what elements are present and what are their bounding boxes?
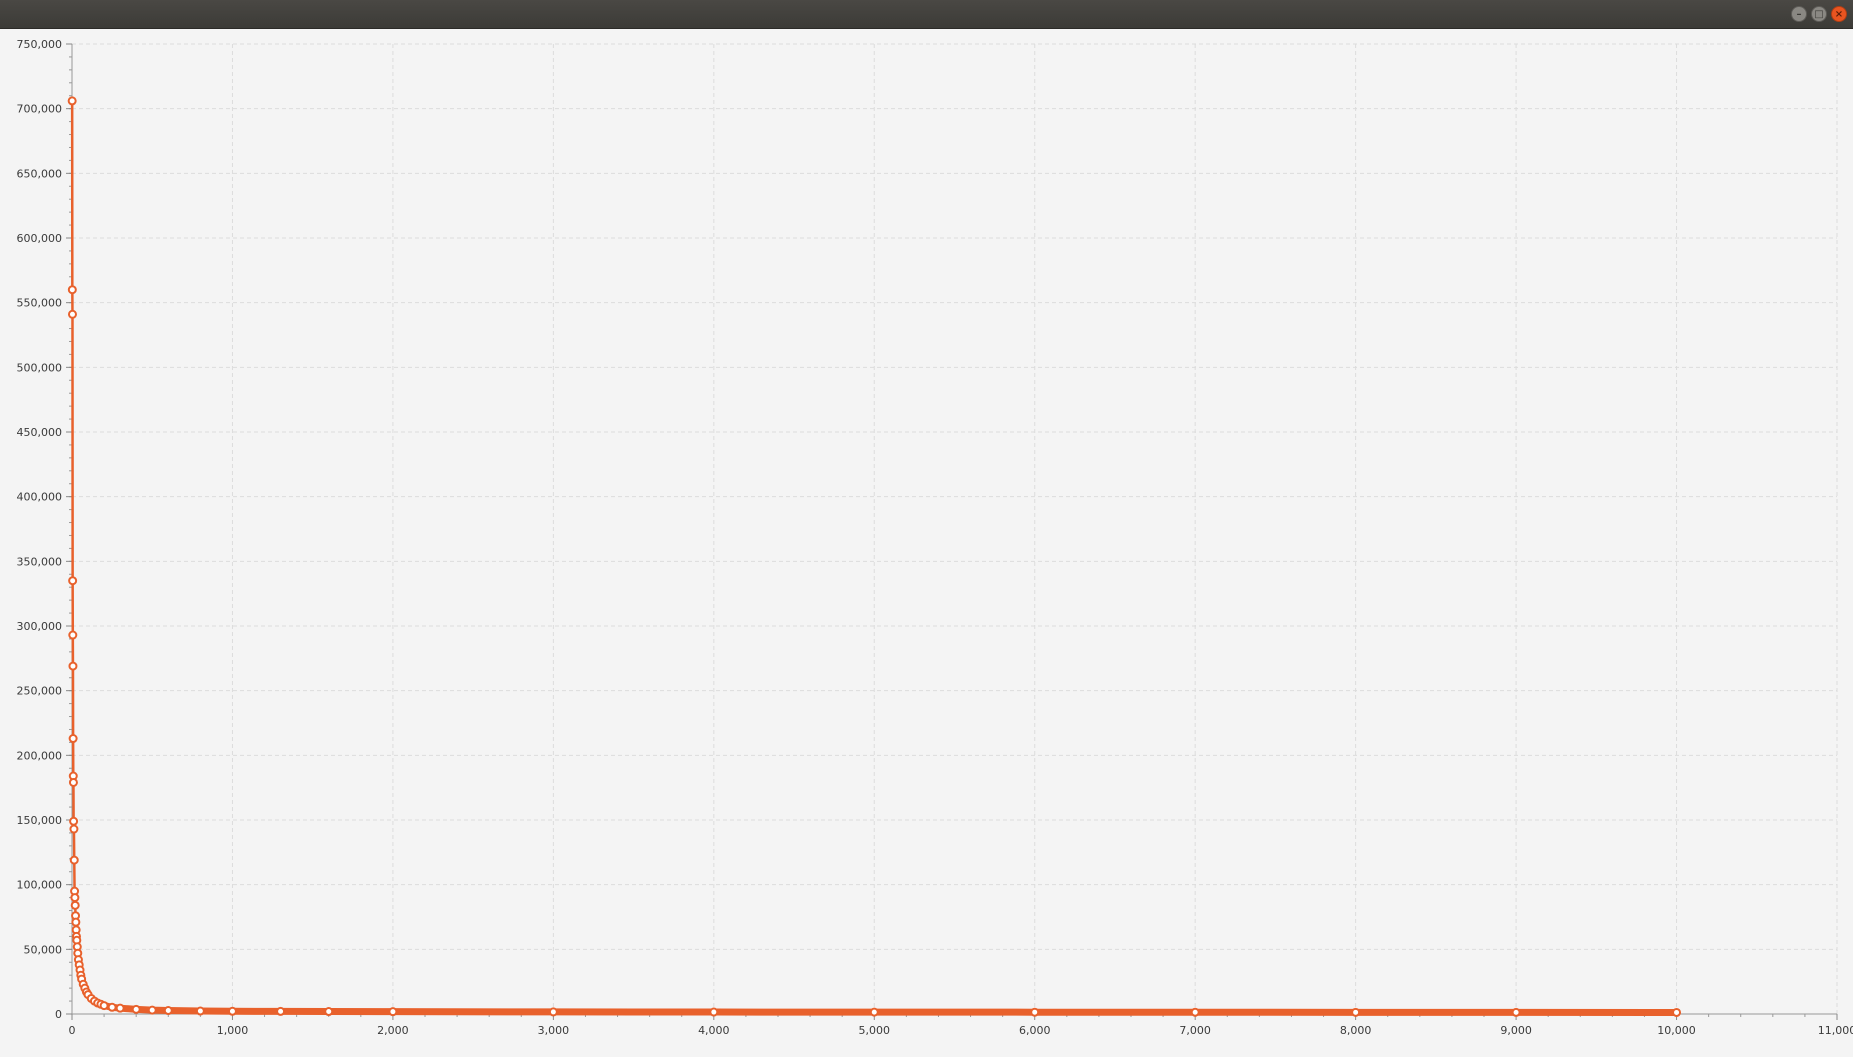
x-axis-ticks: 0 1,000 2,000 3,000 4,000 5,000 6,000 7,000 8,00… [69,1014,1853,1037]
y-tick-label: 300,000 [17,620,63,633]
line-chart: 0 1,000 2,000 3,000 4,000 5,000 6,000 7,000 8,00… [0,29,1853,1053]
y-tick-label: 750,000 [17,38,63,51]
data-point [70,818,77,825]
data-point [149,1007,156,1014]
y-tick-label: 600,000 [17,232,63,245]
x-tick-label: 11,000 [1818,1024,1853,1037]
x-tick-label: 3,000 [538,1024,570,1037]
y-tick-label: 200,000 [17,749,63,762]
grid-lines [72,44,1837,1014]
y-tick-label: 350,000 [17,555,63,568]
close-icon[interactable]: × [1831,6,1847,22]
data-point [117,1005,124,1012]
data-point [72,902,79,909]
x-tick-label: 5,000 [859,1024,891,1037]
y-tick-label: 650,000 [17,167,63,180]
data-point [71,894,78,901]
data-point [197,1008,204,1015]
y-tick-label: 500,000 [17,361,63,374]
data-point [70,779,77,786]
data-point [70,735,77,742]
y-tick-label: 400,000 [17,491,63,504]
data-point [69,286,76,293]
data-point [1352,1009,1359,1016]
data-point [69,97,76,104]
data-point [1192,1009,1199,1016]
y-tick-label: 50,000 [24,943,63,956]
x-tick-label: 4,000 [698,1024,730,1037]
x-tick-label: 8,000 [1340,1024,1372,1037]
data-point [133,1006,140,1013]
data-point [69,577,76,584]
data-point [1513,1009,1520,1016]
minimize-icon[interactable]: – [1791,6,1807,22]
data-point [325,1008,332,1015]
data-point [1673,1009,1680,1016]
data-point [101,1002,108,1009]
data-point [71,857,78,864]
chart-area: 0 1,000 2,000 3,000 4,000 5,000 6,000 7,000 8,00… [0,29,1853,1053]
y-tick-label: 150,000 [17,814,63,827]
x-tick-label: 10,000 [1657,1024,1696,1037]
maximize-icon[interactable]: □ [1811,6,1827,22]
y-tick-label: 0 [55,1008,62,1021]
data-point [69,632,76,639]
axes [72,44,1837,1014]
x-tick-label: 7,000 [1179,1024,1211,1037]
data-point [229,1008,236,1015]
x-tick-label: 9,000 [1500,1024,1532,1037]
data-point [69,311,76,318]
data-point [70,826,77,833]
y-tick-label: 450,000 [17,426,63,439]
x-tick-label: 0 [69,1024,76,1037]
y-tick-label: 550,000 [17,297,63,310]
data-point [710,1009,717,1016]
data-point [69,663,76,670]
y-tick-label: 250,000 [17,685,63,698]
series-dense-band [82,979,1677,1012]
data-point [871,1009,878,1016]
x-tick-label: 6,000 [1019,1024,1051,1037]
y-tick-label: 700,000 [17,103,63,116]
x-tick-label: 1,000 [217,1024,249,1037]
data-point [109,1004,116,1011]
data-point [165,1007,172,1014]
data-point [277,1008,284,1015]
data-point [550,1008,557,1015]
data-point [72,919,79,926]
y-tick-label: 100,000 [17,879,63,892]
y-axis-ticks: 0 50,000 100,000 150,000 200,000 250,000 300,0… [17,38,73,1021]
x-tick-label: 2,000 [377,1024,409,1037]
window-titlebar: – □ × [0,0,1853,29]
data-point [389,1008,396,1015]
data-point [1031,1009,1038,1016]
